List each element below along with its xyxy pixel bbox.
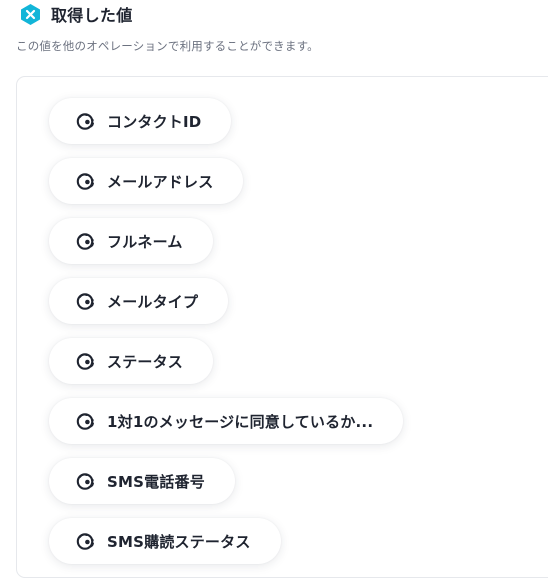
- mailchimp-icon: [76, 412, 95, 431]
- value-chip-label: コンタクトID: [107, 112, 202, 131]
- mailchimp-icon: [76, 112, 95, 131]
- mailchimp-icon: [76, 472, 95, 491]
- mailchimp-icon: [76, 172, 95, 191]
- value-chip-label: メールタイプ: [107, 292, 199, 311]
- value-chip-label: 1対1のメッセージに同意しているか...: [107, 412, 374, 431]
- value-chip-status[interactable]: ステータス: [49, 338, 214, 384]
- close-x-hexagon-icon: [19, 3, 42, 26]
- section-header: 取得した値: [19, 2, 133, 26]
- value-chip-contact-id[interactable]: コンタクトID: [49, 98, 232, 144]
- section-title: 取得した値: [51, 6, 133, 25]
- value-chip-label: フルネーム: [107, 232, 183, 251]
- mailchimp-icon: [76, 532, 95, 551]
- mailchimp-icon: [76, 292, 95, 311]
- mailchimp-icon: [76, 232, 95, 251]
- section-description: この値を他のオペレーションで利用することができます。: [16, 39, 319, 53]
- value-chip-label: SMS電話番号: [107, 472, 205, 491]
- value-chip-email-address[interactable]: メールアドレス: [49, 158, 244, 204]
- value-chip-email-type[interactable]: メールタイプ: [49, 278, 229, 324]
- value-chip-label: メールアドレス: [107, 172, 214, 191]
- value-chip-one-to-one-consent[interactable]: 1対1のメッセージに同意しているか...: [49, 398, 404, 444]
- output-values-screen: 取得した値 この値を他のオペレーションで利用することができます。 コンタクトID…: [0, 0, 548, 581]
- value-chip-label: SMS購読ステータス: [107, 532, 251, 551]
- values-panel: コンタクトID メールアドレス フルネーム メールタイプ ステータス 1対1のメ…: [16, 76, 548, 578]
- value-chip-full-name[interactable]: フルネーム: [49, 218, 213, 264]
- value-chip-sms-phone[interactable]: SMS電話番号: [49, 458, 235, 504]
- value-chip-label: ステータス: [107, 352, 184, 371]
- mailchimp-icon: [76, 352, 95, 371]
- value-chip-sms-subscription-status[interactable]: SMS購読ステータス: [49, 518, 281, 564]
